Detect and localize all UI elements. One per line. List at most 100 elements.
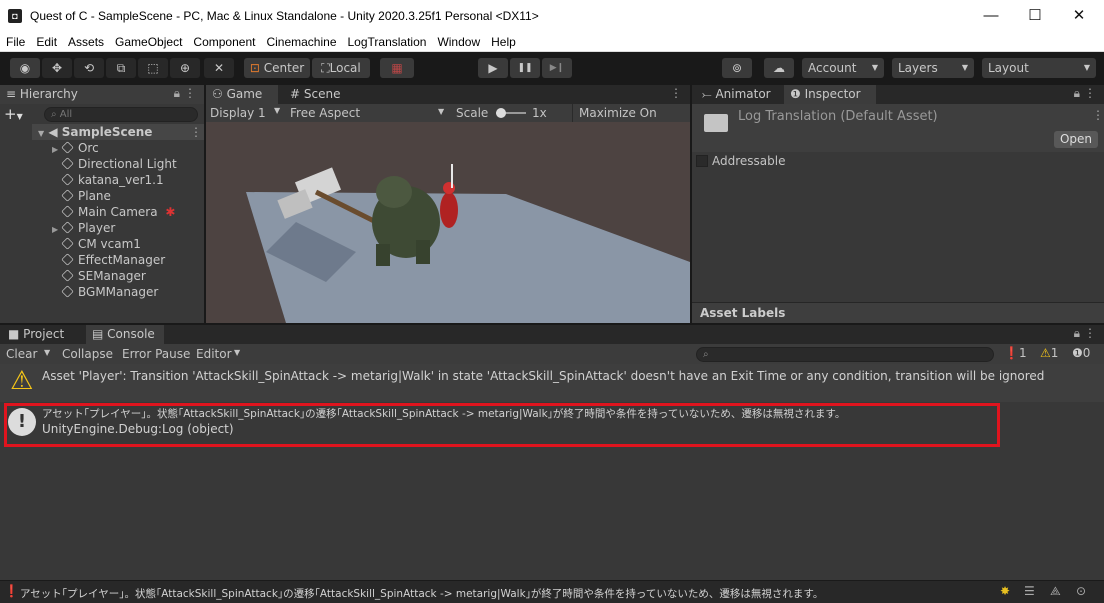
asset-labels-header[interactable]: Asset Labels bbox=[692, 302, 1104, 323]
menu-help[interactable]: Help bbox=[485, 32, 521, 49]
scale-value: 1x bbox=[532, 106, 547, 120]
hierarchy-item-bgmmanager[interactable]: BGMManager bbox=[61, 285, 158, 299]
folder-icon bbox=[704, 114, 728, 132]
menu-edit[interactable]: Edit bbox=[30, 32, 62, 49]
chevron-down-icon[interactable]: ▼ bbox=[44, 348, 50, 357]
tab-animator[interactable]: ⤚ Animator bbox=[696, 85, 777, 104]
tab-scene[interactable]: # Scene bbox=[284, 85, 346, 104]
gameobject-icon bbox=[61, 141, 74, 154]
console-entry-log[interactable]: ! アセット｢プレイヤー｣。状態｢AttackSkill_SpinAttack｣… bbox=[0, 402, 1104, 448]
warning-filter-toggle[interactable]: ⚠1 bbox=[1040, 346, 1070, 360]
rotate-tool-icon[interactable]: ⟲ bbox=[74, 58, 104, 78]
scan-icon[interactable]: ⟁ bbox=[1050, 584, 1061, 599]
hierarchy-item-cm-vcam1[interactable]: CM vcam1 bbox=[61, 237, 141, 251]
error-pause-toggle[interactable]: Error Pause bbox=[122, 347, 190, 361]
error-filter-toggle[interactable]: ❶0 bbox=[1072, 346, 1102, 360]
more-icon[interactable]: ⋮ bbox=[1084, 326, 1096, 340]
asset-header: Log Translation (Default Asset) ⋮ Open bbox=[692, 104, 1104, 152]
console-search-input[interactable]: ⌕ bbox=[696, 347, 994, 362]
search-icon: ⌕ bbox=[51, 109, 57, 120]
tab-game[interactable]: ⚇ Game bbox=[206, 85, 278, 104]
move-tool-icon[interactable]: ✥ bbox=[42, 58, 72, 78]
editor-dropdown[interactable]: Editor bbox=[196, 347, 232, 361]
gameobject-icon bbox=[61, 173, 74, 186]
lock-icon[interactable]: 🔒︎ bbox=[174, 86, 180, 101]
scale-tool-icon[interactable]: ⧉ bbox=[106, 58, 136, 78]
info-icon: ❗ bbox=[1004, 346, 1019, 360]
view-tool-icon[interactable]: ◉ bbox=[10, 58, 40, 78]
tab-game-label: Game bbox=[226, 87, 263, 101]
maximize-button[interactable]: ☐ bbox=[1012, 0, 1058, 32]
bug-icon[interactable]: ✸ bbox=[1000, 584, 1010, 598]
menu-bar: File Edit Assets GameObject Component Cinemac… bbox=[0, 32, 1104, 52]
clear-button[interactable]: Clear bbox=[6, 347, 37, 361]
lock-icon[interactable]: 🔒︎ bbox=[1074, 86, 1080, 101]
console-entry-warning[interactable]: ⚠ Asset 'Player': Transition 'AttackSkil… bbox=[0, 364, 1104, 402]
tab-console[interactable]: ▤ Console bbox=[86, 325, 164, 344]
scene-item[interactable]: ▼ ◀ SampleScene bbox=[38, 125, 152, 139]
log-filter-toggle[interactable]: ❗1 bbox=[1004, 346, 1034, 360]
cloud-icon[interactable]: ☁ bbox=[764, 58, 794, 78]
menu-window[interactable]: Window bbox=[431, 32, 485, 49]
addressable-checkbox[interactable] bbox=[696, 155, 708, 167]
unity-app-icon: ◘ bbox=[8, 9, 22, 23]
pivot-local-toggle[interactable]: ⛶Local bbox=[312, 58, 370, 78]
lock-icon[interactable]: 🔒︎ bbox=[1074, 326, 1080, 341]
open-button[interactable]: Open bbox=[1054, 131, 1098, 148]
hierarchy-search-input[interactable]: ⌕ All bbox=[44, 107, 198, 122]
scene-menu-icon[interactable]: ⋮ bbox=[190, 125, 202, 139]
menu-assets[interactable]: Assets bbox=[62, 32, 109, 49]
inspector-panel: ⤚ Animator ❶ Inspector 🔒︎ ⋮ Log Translat… bbox=[692, 85, 1104, 323]
highlight-box bbox=[4, 403, 1000, 447]
layout-dropdown[interactable]: Layout ▼ bbox=[982, 58, 1096, 78]
display-dropdown[interactable]: Display 1 bbox=[210, 106, 266, 120]
hierarchy-item-directional-light[interactable]: Directional Light bbox=[61, 157, 177, 171]
more-icon[interactable]: ⋮ bbox=[184, 86, 196, 100]
account-label: Account bbox=[808, 61, 857, 75]
aspect-dropdown[interactable]: Free Aspect bbox=[290, 106, 360, 120]
maximize-on-play-toggle[interactable]: Maximize On Play bbox=[572, 104, 684, 138]
orc-head bbox=[376, 176, 412, 208]
account-dropdown[interactable]: Account ▼ bbox=[802, 58, 884, 78]
pause-button[interactable]: ❚❚ bbox=[510, 58, 540, 78]
hierarchy-item-semanager[interactable]: SEManager bbox=[61, 269, 146, 283]
tab-inspector[interactable]: ❶ Inspector bbox=[784, 85, 876, 104]
game-viewport[interactable] bbox=[206, 122, 690, 323]
close-button[interactable]: ✕ bbox=[1056, 0, 1102, 32]
custom-tool-icon[interactable]: ✕ bbox=[204, 58, 234, 78]
hierarchy-item-player[interactable]: ▶ Player bbox=[52, 221, 115, 235]
status-message[interactable]: アセット｢プレイヤー｣。状態｢AttackSkill_SpinAttack｣の遷… bbox=[20, 586, 823, 601]
chevron-down-icon: ▼ bbox=[961, 63, 968, 72]
rect-tool-icon[interactable]: ⬚ bbox=[138, 58, 168, 78]
minimize-button[interactable]: — bbox=[968, 0, 1014, 32]
transform-tool-icon[interactable]: ⊕ bbox=[170, 58, 200, 78]
add-object-button[interactable]: +▼ bbox=[4, 105, 23, 123]
snap-grid-icon[interactable]: ▦ bbox=[380, 58, 414, 78]
hierarchy-item-plane[interactable]: Plane bbox=[61, 189, 111, 203]
menu-gameobject[interactable]: GameObject bbox=[109, 32, 187, 49]
hierarchy-item-katana[interactable]: katana_ver1.1 bbox=[61, 173, 164, 187]
hierarchy-item-effectmanager[interactable]: EffectManager bbox=[61, 253, 165, 267]
collapse-toggle[interactable]: Collapse bbox=[62, 347, 113, 361]
hierarchy-item-main-camera[interactable]: Main Camera ✱ bbox=[61, 205, 175, 219]
menu-cinemachine[interactable]: Cinemachine bbox=[260, 32, 341, 49]
scale-slider-thumb[interactable] bbox=[496, 108, 506, 118]
gameobject-icon bbox=[61, 157, 74, 170]
more-icon[interactable]: ⋮ bbox=[670, 86, 682, 100]
tab-project[interactable]: ■ Project bbox=[2, 325, 70, 344]
more-icon[interactable]: ⋮ bbox=[1092, 108, 1104, 122]
menu-component[interactable]: Component bbox=[187, 32, 260, 49]
menu-file[interactable]: File bbox=[0, 32, 30, 49]
menu-logtranslation[interactable]: LogTranslation bbox=[342, 32, 432, 49]
checkmark-icon[interactable]: ⊙ bbox=[1076, 584, 1086, 598]
collab-icon[interactable]: ⊚ bbox=[722, 58, 752, 78]
item-label: Main Camera bbox=[78, 205, 158, 219]
progress-icon[interactable]: ☰ bbox=[1024, 584, 1035, 598]
step-button[interactable]: ▶❙ bbox=[542, 58, 572, 78]
play-button[interactable]: ▶ bbox=[478, 58, 508, 78]
console-tabbar: ■ Project ▤ Console 🔒︎ ⋮ bbox=[0, 325, 1104, 344]
hierarchy-item-orc[interactable]: ▶ Orc bbox=[52, 141, 99, 155]
layers-dropdown[interactable]: Layers ▼ bbox=[892, 58, 974, 78]
more-icon[interactable]: ⋮ bbox=[1084, 86, 1096, 100]
pivot-center-toggle[interactable]: ⊡ Center bbox=[244, 58, 310, 78]
